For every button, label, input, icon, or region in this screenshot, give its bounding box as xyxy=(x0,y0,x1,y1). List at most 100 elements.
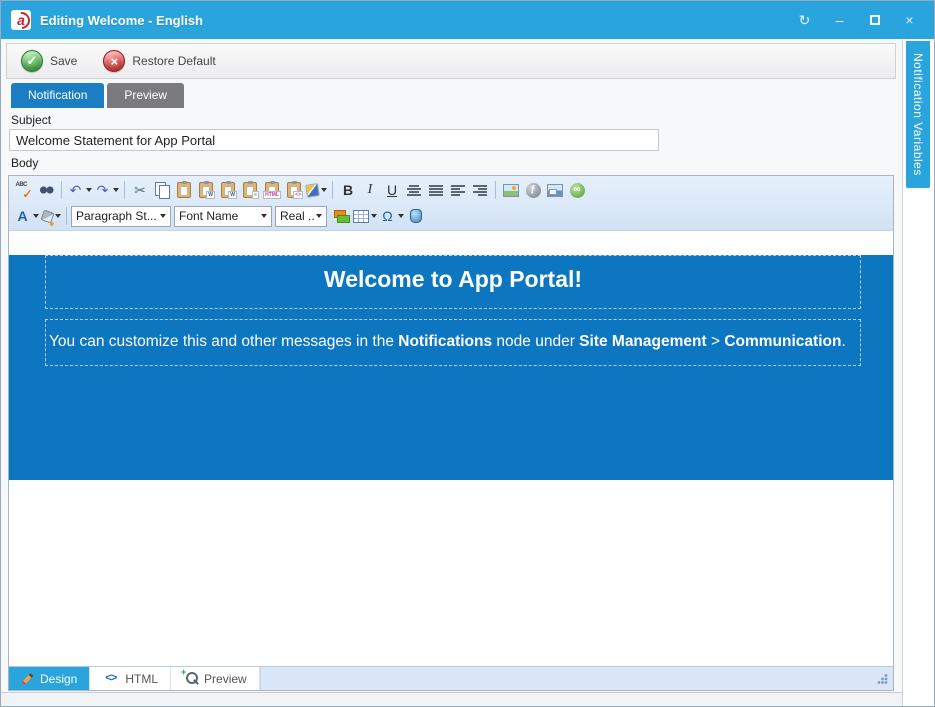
restore-default-button[interactable]: × Restore Default xyxy=(103,50,215,72)
editor-mode-tabs: Design <>HTML+Preview xyxy=(9,667,261,690)
module-manager-button[interactable] xyxy=(330,205,352,227)
background-color-button[interactable] xyxy=(40,205,62,227)
notification-variables-tab[interactable]: Notification Variables xyxy=(906,41,930,188)
subject-input[interactable] xyxy=(9,129,659,151)
banner-heading[interactable]: Welcome to App Portal! xyxy=(45,255,861,309)
preview-tab[interactable]: +Preview xyxy=(171,667,260,690)
insert-symbol-button-caret-icon[interactable] xyxy=(398,214,404,218)
save-check-icon: ✓ xyxy=(21,50,43,72)
toolbar-separator xyxy=(66,207,67,225)
clipboard-tag: <> xyxy=(293,191,303,199)
paragraph-text: You can customize this and other message… xyxy=(49,333,398,350)
refresh-button[interactable]: ↻ xyxy=(788,7,821,33)
insert-symbol-button[interactable]: Ω xyxy=(378,205,405,227)
design-tab[interactable]: Design xyxy=(9,667,90,690)
redo-button[interactable]: ↷ xyxy=(93,179,120,201)
banner-paragraph[interactable]: You can customize this and other message… xyxy=(45,319,861,366)
magnifier-icon: + xyxy=(183,671,198,686)
format-stripper-button-caret-icon[interactable] xyxy=(321,188,327,192)
paragraph-text: . xyxy=(841,333,845,350)
underline-icon: U xyxy=(384,182,401,199)
paste-from-word-icon: W xyxy=(199,182,213,198)
clipboard-tag: W xyxy=(206,191,215,199)
pencil-icon xyxy=(21,672,33,684)
tab-preview[interactable]: Preview xyxy=(107,83,184,108)
media-manager-button[interactable] xyxy=(544,179,566,201)
copy-button[interactable] xyxy=(151,179,173,201)
format-stripper-button[interactable] xyxy=(305,179,328,201)
bold-button[interactable]: B xyxy=(337,179,359,201)
media-manager-icon xyxy=(547,184,563,197)
paste-plain-text-button[interactable]: ≡ xyxy=(239,179,261,201)
paste-as-html-icon: <> xyxy=(287,182,301,198)
toolbar-separator xyxy=(332,181,333,199)
tab-notification[interactable]: Notification xyxy=(11,83,104,108)
save-button[interactable]: ✓ Save xyxy=(21,50,77,72)
paste-html-button[interactable]: HTML xyxy=(261,179,283,201)
cut-button[interactable]: ✂ xyxy=(129,179,151,201)
align-center-button[interactable] xyxy=(403,179,425,201)
paste-as-html-button[interactable]: <> xyxy=(283,179,305,201)
align-right-icon xyxy=(473,184,487,197)
copy-icon xyxy=(154,182,170,198)
align-right-button[interactable] xyxy=(469,179,491,201)
foreground-color-icon: A xyxy=(14,208,31,225)
font-size-select-label: Real ... xyxy=(280,209,314,223)
editor-canvas[interactable]: Welcome to App Portal! You can customize… xyxy=(9,231,893,666)
editor-toolbar-row2: A Paragraph St... Font Name Real ... Ω xyxy=(13,203,889,229)
flash-manager-button[interactable]: ƒ xyxy=(522,179,544,201)
align-left-button[interactable] xyxy=(447,179,469,201)
spellcheck-button[interactable]: ABC✓ xyxy=(13,179,35,201)
align-justify-button[interactable] xyxy=(425,179,447,201)
paragraph-text: node under xyxy=(492,333,579,350)
align-justify-icon xyxy=(429,184,443,197)
paste-from-word-button[interactable]: W xyxy=(195,179,217,201)
image-manager-button[interactable] xyxy=(500,179,522,201)
close-button[interactable]: × xyxy=(893,7,926,33)
link-manager-button[interactable]: ∞ xyxy=(566,179,588,201)
paragraph-style-select-caret-icon xyxy=(160,214,166,218)
maximize-button[interactable] xyxy=(858,7,891,33)
paragraph-style-select[interactable]: Paragraph St... xyxy=(71,206,171,227)
subject-label: Subject xyxy=(11,113,902,127)
redo-button-caret-icon[interactable] xyxy=(113,188,119,192)
design-tab-label: Design xyxy=(40,672,77,686)
paste-html-icon: HTML xyxy=(265,182,279,198)
clipboard-tag: W xyxy=(228,191,237,199)
paragraph-style-select-label: Paragraph St... xyxy=(76,209,158,223)
insert-snippet-icon xyxy=(410,209,422,223)
paragraph-bold-text: Communication xyxy=(724,333,841,350)
spellcheck-icon: ABC✓ xyxy=(16,182,33,199)
background-color-button-caret-icon[interactable] xyxy=(55,214,61,218)
editor-toolbar: ABC✓ ↶ ↷ ✂ W W ≡ HTML <> BIUƒ ∞ A Paragraph St... Fo… xyxy=(9,176,893,231)
image-manager-icon xyxy=(503,184,519,197)
foreground-color-button[interactable]: A xyxy=(13,205,40,227)
app-icon: a xyxy=(11,10,31,30)
font-name-select[interactable]: Font Name xyxy=(174,206,272,227)
underline-button[interactable]: U xyxy=(381,179,403,201)
minimize-button[interactable]: – xyxy=(823,7,856,33)
undo-button-caret-icon[interactable] xyxy=(86,188,92,192)
insert-table-button[interactable] xyxy=(352,205,378,227)
undo-icon: ↶ xyxy=(67,182,84,199)
paragraph-bold-text: Notifications xyxy=(398,333,492,350)
undo-button[interactable]: ↶ xyxy=(66,179,93,201)
code-icon: <> xyxy=(102,670,119,687)
paste-button[interactable] xyxy=(173,179,195,201)
foreground-color-button-caret-icon[interactable] xyxy=(33,214,39,218)
restore-default-label: Restore Default xyxy=(132,54,215,68)
insert-snippet-button[interactable] xyxy=(405,205,427,227)
html-tab[interactable]: <>HTML xyxy=(90,667,171,690)
find-button[interactable] xyxy=(35,179,57,201)
resize-grip-icon[interactable] xyxy=(877,673,888,684)
magnifier-plus-glyph: + xyxy=(181,668,186,677)
paste-plain-text-icon: ≡ xyxy=(243,182,257,198)
insert-table-button-caret-icon[interactable] xyxy=(371,214,377,218)
font-name-select-label: Font Name xyxy=(179,209,259,223)
font-size-select[interactable]: Real ... xyxy=(275,206,327,227)
insert-table-icon xyxy=(353,210,369,223)
italic-button[interactable]: I xyxy=(359,179,381,201)
align-center-icon xyxy=(407,184,421,197)
flash-manager-icon: ƒ xyxy=(526,183,541,198)
paste-from-word-strip-font-button[interactable]: W xyxy=(217,179,239,201)
